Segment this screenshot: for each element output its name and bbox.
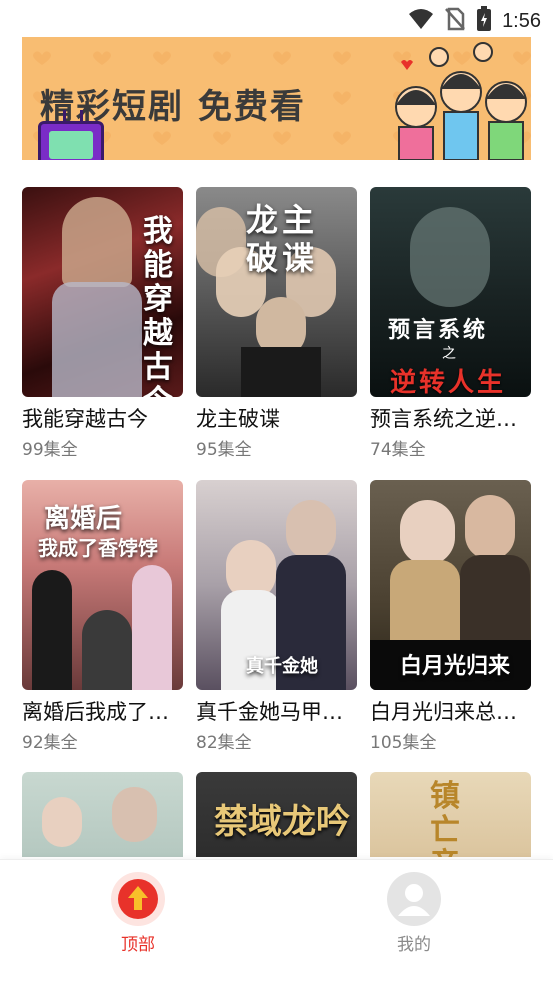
nav-label: 顶部 xyxy=(121,935,155,955)
poster-title: 我成了香饽饽 xyxy=(38,536,158,560)
episode-count: 105集全 xyxy=(370,733,437,753)
episode-count: 99集全 xyxy=(22,440,78,460)
drama-poster[interactable]: 离婚后 我成了香饽饽 xyxy=(22,480,183,690)
drama-poster[interactable]: 预言系统 之 逆转人生 xyxy=(370,187,531,397)
drama-card[interactable]: 真千金她 真千金她马甲曝光了 82集全 xyxy=(196,480,357,753)
poster-title: 真千金她 xyxy=(246,656,318,677)
drama-title: 白月光归来总裁追妻 xyxy=(370,700,531,724)
wifi-icon xyxy=(408,8,434,34)
episode-count: 92集全 xyxy=(22,733,78,753)
drama-title: 我能穿越古今 xyxy=(22,407,148,431)
drama-title: 离婚后我成了香饽饽 xyxy=(22,700,183,724)
episode-count: 95集全 xyxy=(196,440,252,460)
drama-poster[interactable] xyxy=(22,772,183,857)
drama-card[interactable]: 镇亡帝 xyxy=(370,772,531,857)
drama-poster[interactable]: 禁域龙吟 xyxy=(196,772,357,857)
drama-card[interactable] xyxy=(22,772,183,857)
status-bar: 1:56 xyxy=(0,0,553,36)
drama-card[interactable]: 预言系统 之 逆转人生 预言系统之逆转人生 74集全 xyxy=(370,187,531,460)
drama-card[interactable]: 我能穿越古今 我能穿越古今 99集全 xyxy=(22,187,183,460)
episode-count: 82集全 xyxy=(196,733,252,753)
tv-icon xyxy=(38,110,104,160)
drama-card[interactable]: 龙主破谍 龙主破谍 95集全 xyxy=(196,187,357,460)
drama-poster[interactable]: 龙主破谍 xyxy=(196,187,357,397)
battery-charging-icon xyxy=(476,6,492,36)
poster-title: 禁域龙吟 xyxy=(214,802,350,842)
drama-poster[interactable]: 镇亡帝 xyxy=(370,772,531,857)
drama-card[interactable]: 禁域龙吟 xyxy=(196,772,357,857)
drama-title: 真千金她马甲曝光了 xyxy=(196,700,357,724)
no-sim-icon xyxy=(444,7,466,35)
drama-poster[interactable]: 我能穿越古今 xyxy=(22,187,183,397)
bottom-nav: 顶部 我的 xyxy=(0,859,553,984)
drama-grid: 我能穿越古今 我能穿越古今 99集全 龙主破谍 龙主破谍 95集全 预言系统 之… xyxy=(22,187,531,857)
poster-title: 镇亡帝 xyxy=(430,779,460,858)
promo-banner[interactable]: 精彩短剧 免费看 xyxy=(22,37,531,160)
drama-poster[interactable]: 真千金她 xyxy=(196,480,357,690)
drama-poster[interactable]: 白月光归来 xyxy=(370,480,531,690)
drama-card[interactable]: 离婚后 我成了香饽饽 离婚后我成了香饽饽 92集全 xyxy=(22,480,183,753)
drama-card[interactable]: 白月光归来 白月光归来总裁追妻 105集全 xyxy=(370,480,531,753)
nav-top-button[interactable]: 顶部 xyxy=(88,872,188,955)
cartoon-kids-illustration xyxy=(395,42,527,160)
poster-title: 离婚后 xyxy=(44,504,123,534)
poster-title: 白月光归来 xyxy=(400,653,511,679)
episode-count: 74集全 xyxy=(370,440,426,460)
drama-title: 预言系统之逆转人生 xyxy=(370,407,531,431)
nav-label: 我的 xyxy=(397,935,431,955)
arrow-up-icon xyxy=(111,872,165,926)
drama-title: 龙主破谍 xyxy=(196,407,280,431)
clock: 1:56 xyxy=(502,9,541,32)
nav-profile-button[interactable]: 我的 xyxy=(364,872,464,955)
poster-title: 龙主破谍 xyxy=(246,201,319,277)
user-icon xyxy=(387,872,441,926)
poster-title: 我能穿越古今 xyxy=(143,214,173,398)
